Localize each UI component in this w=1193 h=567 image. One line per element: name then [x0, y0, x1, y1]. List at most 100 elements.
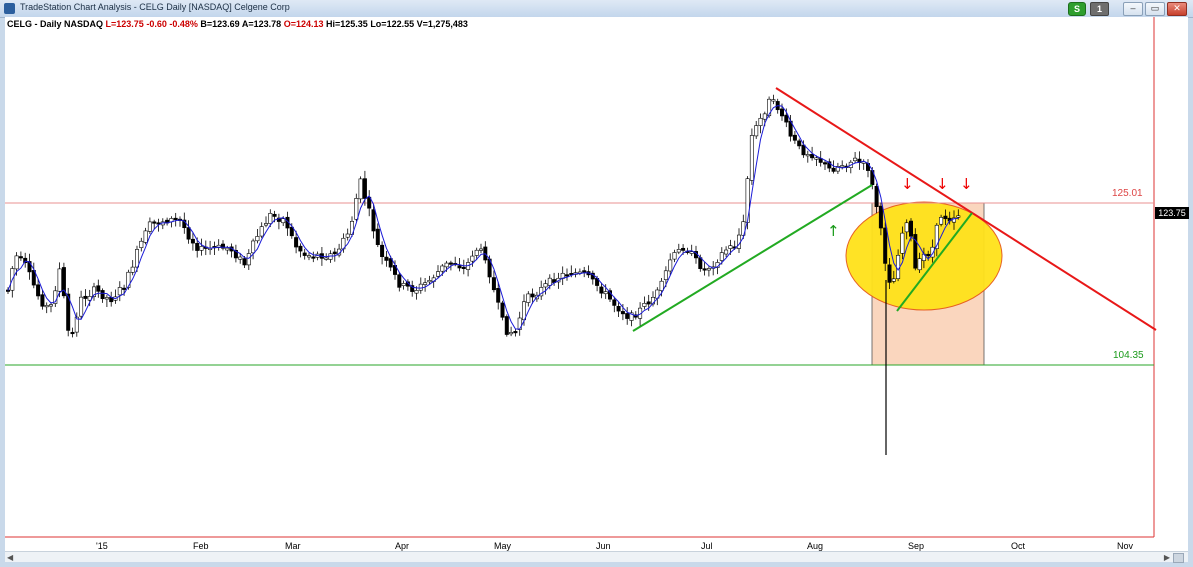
candle-body — [724, 249, 729, 255]
uptrend-line-1 — [632, 184, 873, 332]
scroll-left-icon[interactable]: ◀ — [7, 553, 13, 562]
candle-body — [822, 162, 827, 165]
candle-body — [199, 246, 204, 251]
candle-body — [676, 249, 681, 253]
candle-body — [251, 240, 256, 254]
candle-body — [883, 227, 888, 264]
candle-body — [362, 178, 367, 199]
candle-body — [190, 238, 195, 244]
candle-body — [298, 245, 303, 252]
candle-body — [173, 217, 178, 220]
candle-body — [246, 253, 251, 266]
candle-body — [427, 280, 432, 283]
support-label: 104.35 — [1113, 350, 1144, 361]
candle-body — [668, 259, 673, 272]
candle-body — [810, 154, 815, 159]
candle-body — [263, 223, 268, 226]
last-price-marker: 123.75 — [1155, 207, 1189, 219]
candle-body — [345, 233, 350, 238]
candle-body — [70, 331, 75, 335]
candle-body — [891, 278, 896, 282]
candle-body — [40, 294, 45, 307]
candle-body — [83, 295, 88, 299]
candle-body — [242, 258, 247, 266]
candle-body — [616, 305, 621, 312]
candle-body — [414, 290, 419, 294]
change-pct-value: -0.48% — [169, 19, 198, 29]
candle-body — [139, 240, 144, 248]
symbol-info-line: CELG - Daily NASDAQ L=123.75 -0.60 -0.48… — [7, 19, 468, 29]
candle-body — [18, 256, 23, 259]
candle-body — [418, 283, 423, 291]
candle-body — [324, 257, 329, 260]
candle-body — [36, 284, 41, 297]
up-arrow-icon: ↑ — [827, 222, 840, 240]
month-label: May — [494, 541, 512, 551]
scroll-right-icon[interactable]: ▶ — [1164, 553, 1170, 562]
candle-body — [135, 249, 140, 268]
candle-body — [259, 226, 264, 237]
month-label: Feb — [193, 541, 209, 551]
month-label: '15 — [96, 541, 108, 551]
open-value: O=124.13 — [283, 19, 324, 29]
candle-body — [543, 283, 548, 288]
candle-body — [801, 144, 806, 156]
resistance-label: 125.01 — [1112, 188, 1143, 199]
candle-body — [887, 264, 892, 283]
candle-body — [840, 165, 845, 168]
candle-body — [401, 283, 406, 286]
candle-body — [478, 248, 483, 251]
candle-body — [57, 268, 62, 292]
horizontal-scrollbar[interactable]: ◀ ▶ — [5, 551, 1188, 563]
month-label: Sep — [908, 541, 925, 551]
low-value: Lo=122.55 — [370, 19, 415, 29]
candle-body — [195, 242, 200, 251]
price-chart[interactable]: ↓ ↓ ↓ ↑ — [0, 0, 1193, 567]
candle-body — [332, 251, 337, 255]
bid-value: B=123.69 — [200, 19, 240, 29]
candle-body — [100, 290, 105, 300]
month-label: Mar — [285, 541, 301, 551]
candle-body — [500, 302, 505, 318]
candle-body — [612, 299, 617, 306]
ask-value: A=123.78 — [241, 19, 282, 29]
candle-body — [908, 220, 913, 237]
candle-body — [397, 274, 402, 288]
candle-body — [470, 255, 475, 262]
month-label: Oct — [1011, 541, 1026, 551]
candle-body — [255, 236, 260, 242]
candle-body — [689, 251, 694, 254]
candle-body — [147, 221, 152, 232]
candle-body — [904, 222, 909, 233]
down-arrow-icon: ↓ — [936, 175, 949, 193]
candle-body — [754, 125, 759, 137]
candle-body — [358, 178, 363, 200]
candle-body — [762, 113, 767, 120]
candle-body — [530, 293, 535, 298]
candle-body — [225, 247, 230, 251]
candle-body — [461, 266, 466, 269]
candle-body — [384, 256, 389, 261]
candle-body — [186, 227, 191, 240]
scroll-thumb[interactable] — [1173, 553, 1184, 563]
candle-body — [771, 99, 776, 102]
candle-body — [238, 256, 243, 260]
change-value: -0.60 — [146, 19, 167, 29]
candle-body — [448, 262, 453, 265]
candle-body — [513, 331, 518, 334]
candle-body — [603, 291, 608, 295]
candle-body — [878, 205, 883, 229]
candle-body — [496, 288, 501, 303]
candle-body — [564, 274, 569, 277]
candle-body — [48, 304, 53, 307]
candle-body — [122, 287, 127, 290]
candle-body — [784, 114, 789, 123]
candle-body — [663, 270, 668, 281]
candle-body — [702, 268, 707, 271]
candle-body — [375, 228, 380, 245]
candle-body — [509, 332, 514, 335]
candle-body — [152, 221, 157, 224]
month-label: Apr — [395, 541, 410, 551]
candle-body — [143, 230, 148, 243]
candle-body — [302, 252, 307, 256]
